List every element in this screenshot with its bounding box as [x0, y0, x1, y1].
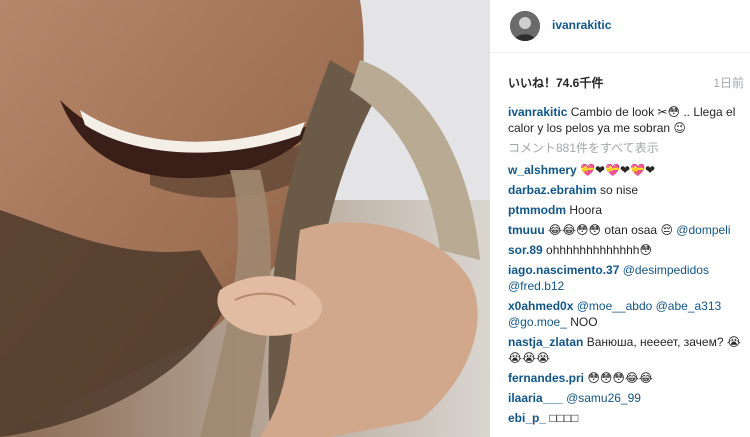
caption: ivanrakitic Cambio de look ✂😳 .. Llega e… [508, 104, 744, 136]
comment-username[interactable]: x0ahmed0x [508, 299, 573, 313]
comment-item: ptmmodm Hoora [508, 202, 744, 218]
comment-item: w_alshmery 💝❤💝❤💝❤ [508, 162, 744, 178]
comment-item: ebi_p_ □□□□ [508, 410, 744, 426]
comment-username[interactable]: w_alshmery [508, 163, 577, 177]
post-time[interactable]: 1日前 [713, 74, 744, 91]
comments-list: ivanrakitic Cambio de look ✂😳 .. Llega e… [508, 104, 744, 430]
comment-item: sor.89 ohhhhhhhhhhhhh😳 [508, 242, 744, 258]
comment-username[interactable]: tmuuu [508, 223, 545, 237]
comment-text: NOO [566, 315, 598, 329]
comment-text: 😳😳😳😂😂 [587, 371, 653, 385]
comment-username[interactable]: sor.89 [508, 243, 543, 257]
comment-username[interactable]: ebi_p_ [508, 411, 546, 425]
avatar[interactable] [510, 11, 540, 41]
comment-username[interactable]: ptmmodm [508, 203, 566, 217]
header-username[interactable]: ivanrakitic [552, 18, 611, 32]
comment-username[interactable]: darbaz.ebrahim [508, 183, 597, 197]
comment-text: so nise [600, 183, 639, 197]
comment-item: fernandes.pri 😳😳😳😂😂 [508, 370, 744, 386]
post-header: ivanrakitic [490, 0, 750, 53]
caption-username[interactable]: ivanrakitic [508, 105, 567, 119]
comment-text: Hoora [569, 203, 603, 217]
comment-username[interactable]: ilaaria___ [508, 391, 563, 405]
post-photo[interactable] [0, 0, 490, 437]
comment-username[interactable]: fernandes.pri [508, 371, 584, 385]
comment-text: □□□□ [549, 411, 579, 425]
likes-count[interactable]: いいね！74.6千件 [508, 74, 603, 91]
comment-username[interactable]: iago.nascimento.37 [508, 263, 619, 277]
photo-illustration [0, 0, 490, 437]
view-all-comments-link[interactable]: コメント881件をすべて表示 [508, 140, 744, 156]
comment-text: ohhhhhhhhhhhhh😳 [546, 243, 652, 257]
comment-username[interactable]: nastja_zlatan [508, 335, 583, 349]
likes-row: いいね！74.6千件 1日前 [508, 74, 748, 90]
comment-item: ilaaria___ @samu26_99 [508, 390, 744, 406]
comment-mention[interactable]: @samu26_99 [566, 391, 641, 405]
comment-item: darbaz.ebrahim so nise [508, 182, 744, 198]
comment-item: tmuuu 😂😂😳😳 otan osaa 😔 @dompeli [508, 222, 744, 238]
comment-item: iago.nascimento.37 @desimpedidos @fred.b… [508, 262, 744, 294]
comment-text: 💝❤💝❤💝❤ [580, 163, 656, 177]
comment-text: 😂😂😳😳 otan osaa 😔 [548, 223, 677, 237]
comment-mention[interactable]: @dompeli [676, 223, 730, 237]
post-sidebar: ivanrakitic いいね！74.6千件 1日前 ivanrakitic C… [490, 0, 750, 437]
comment-item: nastja_zlatan Ванюша, нееeет, зачем? 😭😭😭… [508, 334, 744, 366]
comment-item: x0ahmed0x @moe__abdo @abe_a313 @go.moe_ … [508, 298, 744, 330]
